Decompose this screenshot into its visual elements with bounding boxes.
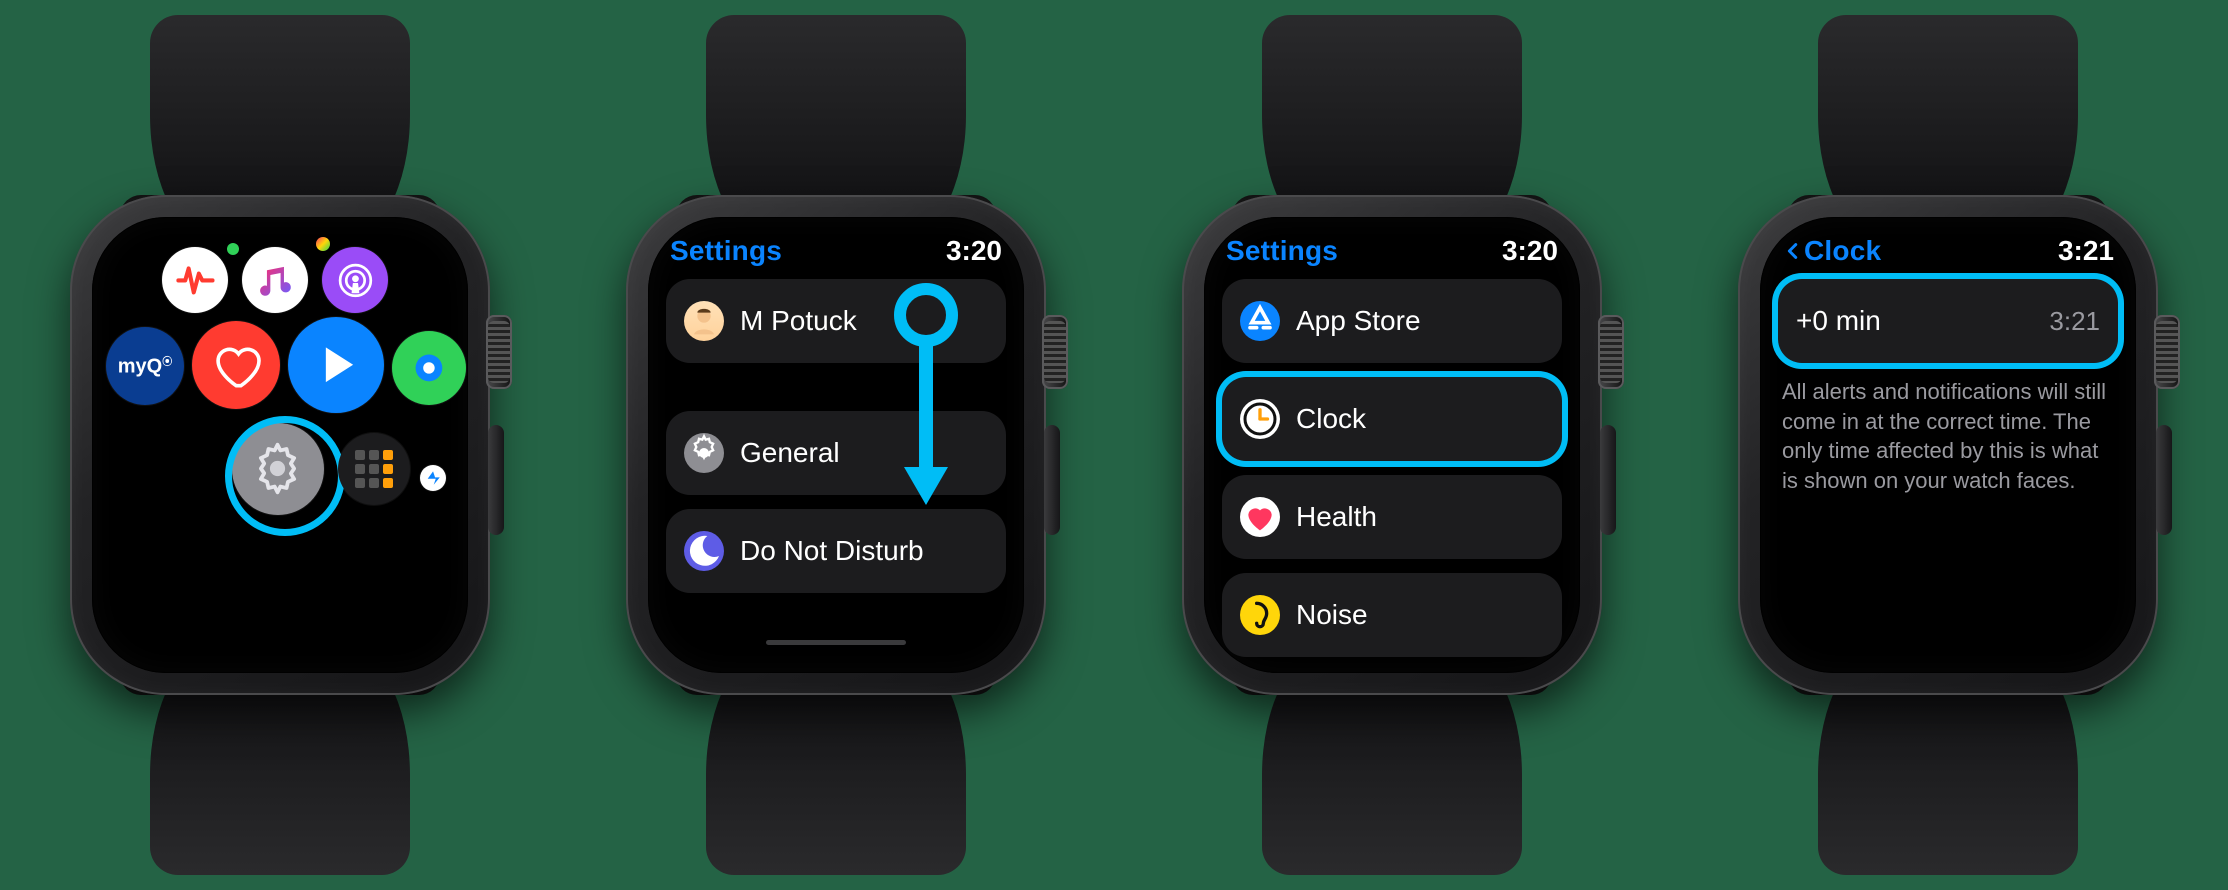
watch-step-3: Settings 3:20 App Store bbox=[1142, 15, 1642, 875]
digital-crown[interactable] bbox=[1598, 315, 1624, 389]
side-button[interactable] bbox=[1600, 425, 1616, 535]
profile-name: M Potuck bbox=[740, 305, 988, 337]
general-label: General bbox=[740, 437, 988, 469]
chevron-left-icon bbox=[1782, 240, 1804, 262]
watch-case: Settings 3:20 M Potuck bbox=[626, 195, 1046, 695]
watch-screen: Settings 3:20 App Store bbox=[1204, 217, 1580, 673]
watch-case: myQ⦿ bbox=[70, 195, 490, 695]
clock-label: Clock bbox=[1296, 403, 1544, 435]
offset-label: +0 min bbox=[1796, 305, 1881, 337]
back-label: Clock bbox=[1804, 235, 1881, 267]
noise-label: Noise bbox=[1296, 599, 1544, 631]
offset-description: All alerts and notifications will still … bbox=[1778, 363, 2118, 496]
app-dot bbox=[316, 237, 330, 251]
clock-icon bbox=[1240, 399, 1280, 439]
settings-list[interactable]: M Potuck General bbox=[666, 279, 1006, 593]
clock-row[interactable]: Clock bbox=[1222, 377, 1562, 461]
digital-crown[interactable] bbox=[486, 315, 512, 389]
watch-step-4: Clock 3:21 +0 min 3:21 All alerts and no… bbox=[1698, 15, 2198, 875]
gear-icon bbox=[684, 433, 724, 473]
status-bar: Settings 3:20 bbox=[1222, 235, 1562, 273]
health-icon bbox=[1240, 497, 1280, 537]
watch-screen: myQ⦿ bbox=[92, 217, 468, 673]
memoji-icon bbox=[684, 301, 724, 341]
app-grid[interactable]: myQ⦿ bbox=[92, 217, 468, 673]
digital-crown[interactable] bbox=[2154, 315, 2180, 389]
dnd-row[interactable]: Do Not Disturb bbox=[666, 509, 1006, 593]
app-dot bbox=[227, 243, 239, 255]
app-shortcuts[interactable] bbox=[288, 317, 384, 413]
clock-time: 3:20 bbox=[946, 235, 1002, 267]
time-offset-row[interactable]: +0 min 3:21 bbox=[1778, 279, 2118, 363]
appstore-icon bbox=[1240, 301, 1280, 341]
watch-step-2: Settings 3:20 M Potuck bbox=[586, 15, 1086, 875]
health-label: Health bbox=[1296, 501, 1544, 533]
noise-row[interactable]: Noise bbox=[1222, 573, 1562, 657]
offset-preview-time: 3:21 bbox=[2049, 306, 2100, 337]
back-button[interactable]: Clock bbox=[1782, 235, 1881, 267]
side-button[interactable] bbox=[488, 425, 504, 535]
moon-icon bbox=[684, 531, 724, 571]
watch-screen: Settings 3:20 M Potuck bbox=[648, 217, 1024, 673]
app-calculator[interactable] bbox=[338, 433, 410, 505]
general-row[interactable]: General bbox=[666, 411, 1006, 495]
highlight-settings-icon bbox=[225, 416, 345, 536]
profile-row[interactable]: M Potuck bbox=[666, 279, 1006, 363]
app-music[interactable] bbox=[242, 247, 308, 313]
screen-title: Settings bbox=[670, 235, 782, 267]
watch-step-1: myQ⦿ bbox=[30, 15, 530, 875]
status-bar: Clock 3:21 bbox=[1778, 235, 2118, 273]
list-spacer bbox=[666, 377, 1006, 397]
app-myq[interactable]: myQ⦿ bbox=[106, 327, 184, 405]
clock-time: 3:21 bbox=[2058, 235, 2114, 267]
dnd-label: Do Not Disturb bbox=[740, 535, 988, 567]
screen-title: Settings bbox=[1226, 235, 1338, 267]
app-ecg[interactable] bbox=[162, 247, 228, 313]
watch-case: Settings 3:20 App Store bbox=[1182, 195, 1602, 695]
side-button[interactable] bbox=[2156, 425, 2172, 535]
home-indicator bbox=[766, 640, 906, 645]
digital-crown[interactable] bbox=[1042, 315, 1068, 389]
health-row[interactable]: Health bbox=[1222, 475, 1562, 559]
watch-screen: Clock 3:21 +0 min 3:21 All alerts and no… bbox=[1760, 217, 2136, 673]
app-heartrate[interactable] bbox=[192, 321, 280, 409]
appstore-row[interactable]: App Store bbox=[1222, 279, 1562, 363]
app-findmy[interactable] bbox=[392, 331, 466, 405]
settings-list[interactable]: App Store Clock Health bbox=[1222, 279, 1562, 627]
clock-time: 3:20 bbox=[1502, 235, 1558, 267]
watch-case: Clock 3:21 +0 min 3:21 All alerts and no… bbox=[1738, 195, 2158, 695]
noise-icon bbox=[1240, 595, 1280, 635]
app-podcasts[interactable] bbox=[322, 247, 388, 313]
status-bar: Settings 3:20 bbox=[666, 235, 1006, 273]
tutorial-row: myQ⦿ bbox=[0, 0, 2228, 890]
app-maps[interactable] bbox=[420, 465, 446, 491]
side-button[interactable] bbox=[1044, 425, 1060, 535]
appstore-label: App Store bbox=[1296, 305, 1544, 337]
